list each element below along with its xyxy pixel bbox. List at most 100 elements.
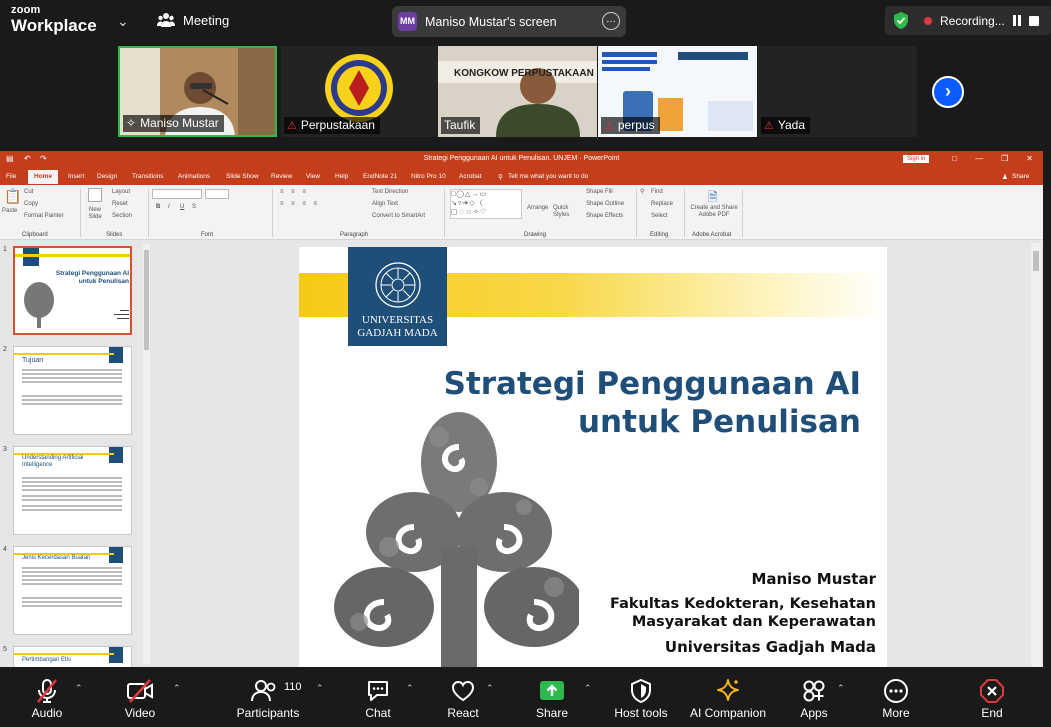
tab-animations[interactable]: Animations xyxy=(178,173,210,180)
video-caret-icon[interactable]: ⌃ xyxy=(173,683,181,694)
tab-review[interactable]: Review xyxy=(271,173,292,180)
shape-outline-button[interactable]: Shape Outline xyxy=(586,201,624,207)
tab-insert[interactable]: Insert xyxy=(68,173,84,180)
minimize-icon[interactable]: — xyxy=(975,154,983,163)
text-direction-button[interactable]: Text Direction xyxy=(372,189,408,195)
paste-icon[interactable]: 📋 xyxy=(4,188,21,205)
participants-count: 110 xyxy=(284,681,302,693)
tab-help[interactable]: Help xyxy=(335,173,348,180)
slide-thumbnail-5[interactable]: Pertimbangan Etis xyxy=(13,646,132,667)
video-tile-yada[interactable]: ⚠ Yada xyxy=(758,46,917,137)
layout-button[interactable]: Layout xyxy=(112,189,130,195)
host-tools-button[interactable]: Host tools xyxy=(610,667,672,727)
shapes-gallery[interactable]: □◯△→▭ ↘▿➔◇〈 ▢♢☆✧♡ xyxy=(450,189,522,219)
video-tile-perpustakaan[interactable]: ⚠ Perpustakaan xyxy=(281,46,440,137)
shape-effects-button[interactable]: Shape Effects xyxy=(586,213,623,219)
tab-endnote[interactable]: EndNote 21 xyxy=(363,173,397,180)
ppt-share-button[interactable]: Share xyxy=(1012,173,1029,180)
chat-caret-icon[interactable]: ⌃ xyxy=(406,683,414,694)
new-slide-icon[interactable] xyxy=(88,188,102,202)
apps-label: Apps xyxy=(800,706,828,720)
close-icon[interactable]: ✕ xyxy=(1026,154,1033,163)
tab-design[interactable]: Design xyxy=(97,173,117,180)
italic-icon[interactable]: I xyxy=(168,204,170,210)
stop-recording-icon[interactable] xyxy=(1028,15,1039,26)
react-caret-icon[interactable]: ⌃ xyxy=(486,683,494,694)
align-text-button[interactable]: Align Text xyxy=(372,201,398,207)
security-shield-icon[interactable] xyxy=(893,12,909,29)
participants-caret-icon[interactable]: ⌃ xyxy=(316,683,324,694)
slide-thumbnail-1[interactable]: Strategi Penggunaan AI untuk Penulisan ▬… xyxy=(13,246,132,335)
tab-file[interactable]: File xyxy=(6,173,16,180)
react-button[interactable]: React xyxy=(438,667,488,727)
slide-canvas[interactable]: UNIVERSITAS GADJAH MADA Strategi Penggun… xyxy=(299,247,887,667)
ai-companion-button[interactable]: AI Companion xyxy=(686,667,770,727)
screen-share-pill[interactable]: MM Maniso Mustar's screen … xyxy=(392,6,626,37)
arrange-button[interactable]: Arrange xyxy=(527,205,548,211)
cut-button[interactable]: Cut xyxy=(24,189,33,195)
thumb-title: Strategi Penggunaan AI untuk Penulisan xyxy=(55,270,129,285)
slide-thumbnail-2[interactable]: Tujuan xyxy=(13,346,132,435)
maximize-icon[interactable]: ❐ xyxy=(1001,154,1008,163)
slide-scrollbar[interactable] xyxy=(1031,243,1041,667)
new-slide-button[interactable]: New Slide xyxy=(86,207,104,220)
apps-caret-icon[interactable]: ⌃ xyxy=(837,683,845,694)
share-button[interactable]: Share xyxy=(528,667,576,727)
banner-text: KONGKOW PERPUSTAKAAN xyxy=(454,68,594,79)
find-button[interactable]: Find xyxy=(651,189,663,195)
slide-title-line1: Strategi Penggunaan AI xyxy=(443,366,861,402)
share-caret-icon[interactable]: ⌃ xyxy=(584,683,592,694)
reset-button[interactable]: Reset xyxy=(112,201,128,207)
create-pdf-button[interactable]: Create and Share Adobe PDF xyxy=(688,205,740,219)
section-button[interactable]: Section xyxy=(112,213,132,219)
chat-button[interactable]: Chat xyxy=(352,667,404,727)
paste-button[interactable]: Paste xyxy=(2,208,17,214)
participants-button[interactable]: Participants xyxy=(232,667,304,727)
quick-styles-button[interactable]: Quick Styles xyxy=(553,205,575,218)
video-tile-taufik[interactable]: KONGKOW PERPUSTAKAAN Taufik xyxy=(438,46,597,137)
tab-transitions[interactable]: Transitions xyxy=(132,173,164,180)
meeting-info-button[interactable]: Meeting xyxy=(157,12,229,28)
audio-caret-icon[interactable]: ⌃ xyxy=(75,683,83,694)
bold-icon[interactable]: B xyxy=(156,204,160,210)
audio-button[interactable]: Audio xyxy=(18,667,76,727)
chevron-down-icon[interactable]: ⌄ xyxy=(117,13,129,30)
bullets-icon[interactable]: ≡ ≡ ≡ xyxy=(280,189,309,195)
apps-button[interactable]: Apps xyxy=(790,667,838,727)
tab-home[interactable]: Home xyxy=(28,170,59,184)
pause-recording-icon[interactable] xyxy=(1012,15,1021,26)
more-button[interactable]: More xyxy=(872,667,920,727)
share-label: Share xyxy=(535,706,569,720)
tell-me-search[interactable]: Tell me what you want to do xyxy=(508,173,588,180)
end-meeting-button[interactable]: End xyxy=(968,667,1016,727)
thumbnails-scrollbar[interactable] xyxy=(143,244,150,664)
next-page-chevron-icon[interactable]: › xyxy=(932,76,964,108)
find-icon[interactable]: ⚲ xyxy=(640,188,644,195)
video-tile-perpus[interactable]: ⚠ perpus xyxy=(598,46,757,137)
tab-acrobat[interactable]: Acrobat xyxy=(459,173,481,180)
convert-smartart-button[interactable]: Convert to SmartArt xyxy=(372,213,425,219)
replace-button[interactable]: Replace xyxy=(651,201,673,207)
more-options-icon[interactable]: … xyxy=(602,12,620,30)
tab-view[interactable]: View xyxy=(306,173,320,180)
ribbon-tabs: File Home Insert Design Transitions Anim… xyxy=(0,169,1043,185)
ribbon-display-icon[interactable]: □ xyxy=(952,154,957,163)
slide-faculty-line1: Fakultas Kedokteran, Kesehatan xyxy=(610,596,876,612)
select-button[interactable]: Select xyxy=(651,213,668,219)
tab-slide-show[interactable]: Slide Show xyxy=(226,173,259,180)
shape-fill-button[interactable]: Shape Fill xyxy=(586,189,613,195)
shadow-icon[interactable]: S xyxy=(192,204,196,210)
video-tile-maniso[interactable]: ✧ Maniso Mustar xyxy=(118,46,277,137)
sign-in-button[interactable]: Sign in xyxy=(903,155,930,163)
format-painter-button[interactable]: Format Painter xyxy=(24,213,64,219)
tab-nitro[interactable]: Nitro Pro 10 xyxy=(411,173,446,180)
underline-icon[interactable]: U xyxy=(180,204,184,210)
font-name-box[interactable] xyxy=(152,189,202,199)
copy-button[interactable]: Copy xyxy=(24,201,38,207)
slide-thumbnail-4[interactable]: Jenis Kecerdasan Buatan xyxy=(13,546,132,635)
video-button[interactable]: Video xyxy=(112,667,168,727)
zoom-top-bar: zoom Workplace ⌄ Meeting MM Maniso Musta… xyxy=(0,0,1051,43)
align-icons[interactable]: ≡ ≡ ≡ ≡ xyxy=(280,201,320,207)
font-size-box[interactable] xyxy=(205,189,229,199)
slide-thumbnail-3[interactable]: Understanding Artificial Intelligence xyxy=(13,446,132,535)
